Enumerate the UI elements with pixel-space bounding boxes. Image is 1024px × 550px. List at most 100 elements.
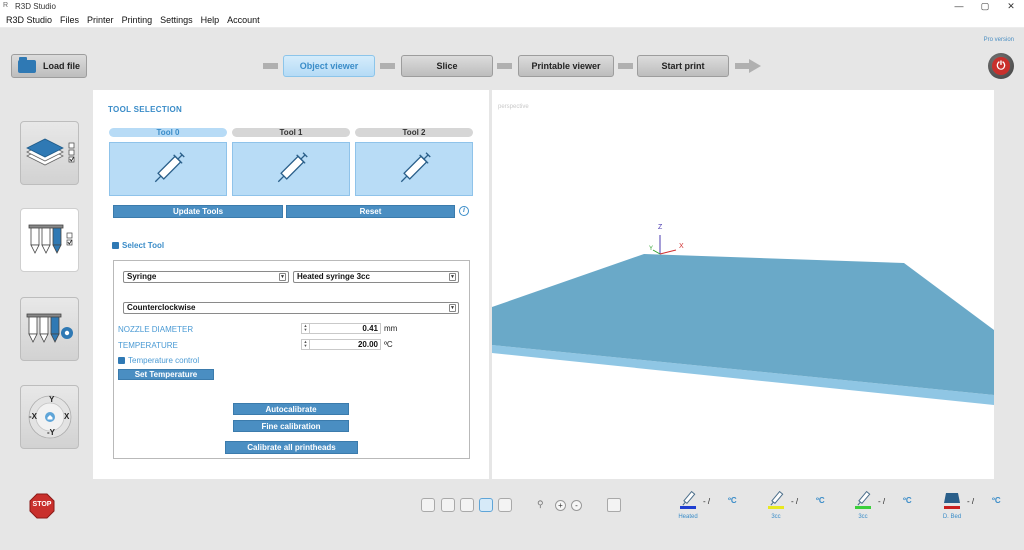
side-button-tool-selection[interactable] (20, 208, 79, 272)
menu-help[interactable]: Help (201, 15, 220, 25)
printhead-temp-value: - / (878, 497, 886, 506)
menu-printer[interactable]: Printer (87, 15, 114, 25)
step-arrow (735, 63, 749, 69)
step-connector (497, 63, 512, 69)
printhead-color-bar (944, 506, 960, 509)
chevron-down-icon: ▼ (279, 273, 286, 281)
temperature-spinner[interactable]: ▲ ▼ 20.00 (301, 339, 381, 350)
axis-x-label: X (679, 243, 684, 250)
step-printable-viewer[interactable]: Printable viewer (518, 55, 614, 77)
fine-calibration-button[interactable]: Fine calibration (233, 420, 349, 432)
printhead-color-bar (768, 506, 784, 509)
checkbox-checked-icon (118, 357, 125, 364)
stop-button[interactable]: STOP (29, 493, 55, 519)
calibrate-all-printheads-button[interactable]: Calibrate all printheads (225, 441, 358, 454)
step-connector (618, 63, 633, 69)
tool-0-tab[interactable]: Tool 0 (109, 128, 227, 137)
printhead-label: Heated (678, 514, 698, 520)
menu-settings[interactable]: Settings (160, 15, 193, 25)
axis-y-pos[interactable]: Y (49, 395, 54, 404)
spinner-arrows-icon[interactable]: ▲ ▼ (302, 340, 310, 349)
grid-toggle-icon[interactable] (607, 498, 621, 512)
syringe-model-value: Heated syringe 3cc (297, 272, 370, 281)
3d-viewport[interactable]: perspective Z X Y (492, 90, 994, 479)
printhead-color-bar (680, 506, 696, 509)
printhead-label: D. Bed (942, 514, 962, 520)
nozzle-unit: mm (384, 324, 398, 333)
axis-x-pos[interactable]: X (64, 412, 69, 421)
side-button-layers[interactable] (20, 121, 79, 185)
tool-1-card[interactable] (232, 142, 350, 196)
load-file-button[interactable]: Load file (11, 54, 87, 78)
close-button[interactable]: ✕ (998, 0, 1024, 12)
syringe-icon (277, 152, 308, 183)
nozzle-diameter-spinner[interactable]: ▲ ▼ 0.41 (301, 323, 381, 334)
tool-1-tab[interactable]: Tool 1 (232, 128, 350, 137)
printhead-color-bar (855, 506, 871, 509)
menu-files[interactable]: Files (60, 15, 79, 25)
printhead-status-bed: - / ºC D. Bed (937, 490, 1001, 522)
side-button-tool-settings[interactable] (20, 297, 79, 361)
temperature-unit: ºC (384, 340, 393, 349)
temperature-control-label: Temperature control (128, 356, 200, 365)
temperature-label: TEMPERATURE (118, 341, 178, 350)
zoom-in-button[interactable]: + (555, 500, 566, 511)
syringe-icon (154, 152, 185, 183)
step-connector (263, 63, 278, 69)
printhead-status-3cc-b: - / ºC 3cc (848, 490, 912, 522)
stop-label: STOP (32, 501, 52, 508)
step-start-print[interactable]: Start print (637, 55, 729, 77)
printhead-label: 3cc (858, 514, 868, 520)
checkbox-checked-icon (112, 242, 119, 249)
rotation-select[interactable]: Counterclockwise ▼ (123, 302, 459, 314)
select-tool-checkbox[interactable]: Select Tool (112, 241, 164, 250)
syringe-model-select[interactable]: Heated syringe 3cc ▼ (293, 271, 459, 283)
spinner-arrows-icon[interactable]: ▲ ▼ (302, 324, 310, 333)
view-iso-icon[interactable] (421, 498, 435, 512)
autocalibrate-button[interactable]: Autocalibrate (233, 403, 349, 415)
axis-x-neg[interactable]: -X (29, 412, 37, 421)
folder-icon (17, 56, 36, 73)
view-side-icon[interactable] (460, 498, 474, 512)
tool-2-tab[interactable]: Tool 2 (355, 128, 473, 137)
power-button[interactable]: ⏻ (988, 53, 1014, 79)
printhead-temp-unit: ºC (992, 496, 1001, 505)
printhead-temp-value: - / (703, 497, 711, 506)
side-button-axis-control[interactable]: Y -Y X -X (20, 385, 79, 449)
nozzle-diameter-value: 0.41 (362, 324, 378, 333)
menu-printing[interactable]: Printing (122, 15, 153, 25)
layers-icon (25, 138, 74, 166)
printhead-temp-unit: ºC (816, 496, 825, 505)
temperature-value: 20.00 (357, 340, 378, 349)
minimize-button[interactable]: — (946, 0, 972, 12)
view-top-icon[interactable] (479, 498, 493, 512)
syringes-icon (28, 224, 72, 254)
reset-button[interactable]: Reset (286, 205, 455, 218)
axis-y-neg[interactable]: -Y (47, 428, 55, 437)
chevron-down-icon: ▼ (449, 273, 456, 281)
step-object-viewer[interactable]: Object viewer (283, 55, 375, 77)
printhead-temp-value: - / (967, 497, 975, 506)
window-title: R3D Studio (15, 1, 56, 11)
info-icon[interactable]: i (459, 206, 469, 216)
zoom-out-button[interactable]: - (571, 500, 582, 511)
menu-r3d-studio[interactable]: R3D Studio (6, 15, 52, 25)
pro-version-link[interactable]: Pro version (984, 37, 1014, 43)
view-perspective-icon[interactable] (498, 498, 512, 512)
tool-type-select[interactable]: Syringe ▼ (123, 271, 289, 283)
step-connector (380, 63, 395, 69)
update-tools-button[interactable]: Update Tools (113, 205, 283, 218)
axis-y-label: Y (649, 246, 654, 252)
set-temperature-button[interactable]: Set Temperature (118, 369, 214, 380)
tool-2-card[interactable] (355, 142, 473, 196)
rotation-value: Counterclockwise (127, 303, 196, 312)
view-front-icon[interactable] (441, 498, 455, 512)
tool-0-card[interactable] (109, 142, 227, 196)
step-slice[interactable]: Slice (401, 55, 493, 77)
maximize-button[interactable]: ▢ (972, 0, 998, 12)
zoom-search-icon: ⚲ (537, 499, 544, 509)
printhead-status-3cc-a: - / ºC 3cc (761, 490, 825, 522)
temperature-control-checkbox[interactable]: Temperature control (118, 356, 199, 365)
step-arrow-head (749, 59, 761, 73)
menu-account[interactable]: Account (227, 15, 260, 25)
